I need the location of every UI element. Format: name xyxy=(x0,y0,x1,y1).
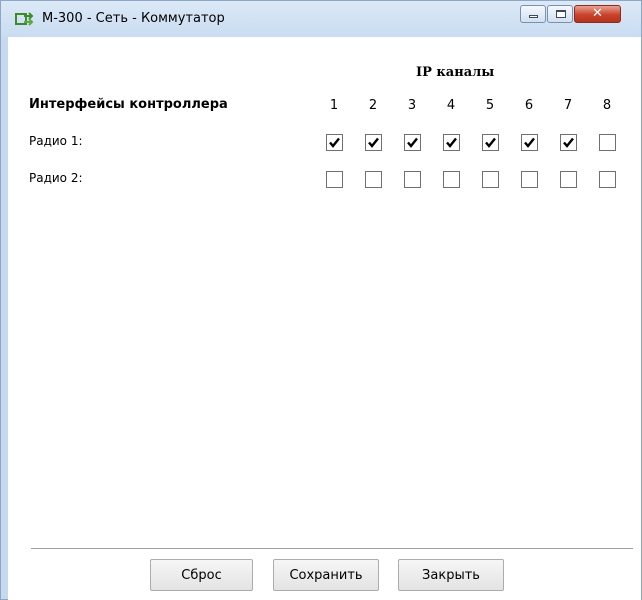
row-label-radio-2: Радио 2: xyxy=(29,171,83,185)
save-button[interactable]: Сохранить xyxy=(273,559,379,591)
window: М-300 - Сеть - Коммутатор ✕ IP каналы Ин… xyxy=(0,0,642,600)
row-label-radio-1: Радио 1: xyxy=(29,134,83,148)
check-icon xyxy=(407,137,418,148)
checkbox-radio-2-channel-5[interactable] xyxy=(482,171,499,188)
checkbox-radio-1-channel-2[interactable] xyxy=(365,134,382,151)
window-title: М-300 - Сеть - Коммутатор xyxy=(42,11,225,26)
maximize-icon xyxy=(556,10,566,18)
check-icon xyxy=(524,137,535,148)
close-icon: ✕ xyxy=(592,6,603,21)
ip-channels-header: IP каналы xyxy=(416,65,495,80)
minimize-button[interactable] xyxy=(520,5,546,23)
title-bar[interactable]: М-300 - Сеть - Коммутатор ✕ xyxy=(1,1,641,37)
network-switch-icon xyxy=(15,11,35,27)
channel-number-1: 1 xyxy=(329,98,339,113)
interfaces-header: Интерфейсы контроллера xyxy=(29,97,228,112)
channel-number-4: 4 xyxy=(446,98,456,113)
checkbox-radio-1-channel-8[interactable] xyxy=(599,134,616,151)
checkbox-radio-2-channel-2[interactable] xyxy=(365,171,382,188)
divider xyxy=(31,548,633,549)
checkbox-radio-2-channel-4[interactable] xyxy=(443,171,460,188)
checkbox-radio-1-channel-4[interactable] xyxy=(443,134,460,151)
channel-number-5: 5 xyxy=(485,98,495,113)
check-icon xyxy=(329,137,340,148)
channel-number-2: 2 xyxy=(368,98,378,113)
checkbox-radio-1-channel-3[interactable] xyxy=(404,134,421,151)
close-window-button[interactable]: ✕ xyxy=(574,5,621,23)
checkbox-radio-1-channel-5[interactable] xyxy=(482,134,499,151)
check-icon xyxy=(563,137,574,148)
close-button[interactable]: Закрыть xyxy=(398,559,504,591)
checkbox-radio-2-channel-8[interactable] xyxy=(599,171,616,188)
channel-number-3: 3 xyxy=(407,98,417,113)
channel-number-8: 8 xyxy=(602,98,612,113)
check-icon xyxy=(446,137,457,148)
checkbox-radio-2-channel-7[interactable] xyxy=(560,171,577,188)
minimize-icon xyxy=(529,15,538,18)
checkbox-radio-2-channel-6[interactable] xyxy=(521,171,538,188)
check-icon xyxy=(485,137,496,148)
checkbox-radio-2-channel-3[interactable] xyxy=(404,171,421,188)
checkbox-radio-1-channel-6[interactable] xyxy=(521,134,538,151)
check-icon xyxy=(368,137,379,148)
checkbox-radio-2-channel-1[interactable] xyxy=(326,171,343,188)
checkbox-radio-1-channel-1[interactable] xyxy=(326,134,343,151)
client-area: IP каналы Интерфейсы контроллера 1 2 3 4 5 6 7… xyxy=(8,37,641,600)
reset-button[interactable]: Сброс xyxy=(150,559,253,591)
channel-number-6: 6 xyxy=(524,98,534,113)
maximize-button[interactable] xyxy=(547,5,573,23)
channel-number-7: 7 xyxy=(563,98,573,113)
checkbox-radio-1-channel-7[interactable] xyxy=(560,134,577,151)
